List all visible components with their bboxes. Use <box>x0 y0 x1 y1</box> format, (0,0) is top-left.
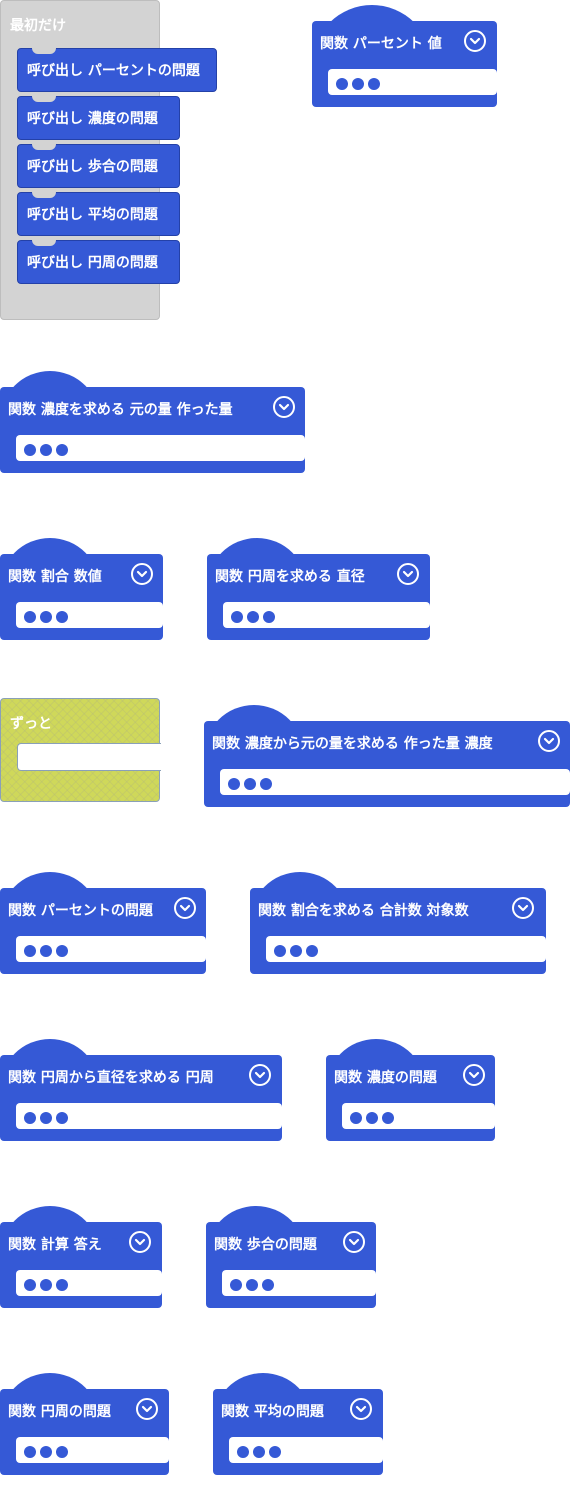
ellipsis-dots-icon[interactable] <box>24 1279 68 1291</box>
call-block-label: 呼び出し 歩合の問題 <box>27 159 158 175</box>
ellipsis-dots-icon[interactable] <box>24 1112 68 1124</box>
call-block-concentration[interactable]: 呼び出し 濃度の問題 <box>17 96 180 140</box>
function-block[interactable]: 関数 濃度から元の量を求める 作った量 濃度 <box>204 705 570 807</box>
call-block-circumference[interactable]: 呼び出し 円周の問題 <box>17 240 180 284</box>
function-label: 関数 歩合の問題 <box>214 1237 317 1253</box>
ellipsis-dots-icon[interactable] <box>24 611 68 623</box>
function-label: 関数 平均の問題 <box>221 1404 324 1420</box>
chevron-down-icon[interactable] <box>136 1398 158 1420</box>
function-block[interactable]: 関数 歩合の問題 <box>206 1206 376 1308</box>
on-start-block[interactable]: 最初だけ 呼び出し パーセントの問題 呼び出し 濃度の問題 呼び出し 歩合の問題… <box>0 0 217 320</box>
function-block[interactable]: 関数 計算 答え <box>0 1206 162 1308</box>
function-label: 関数 パーセントの問題 <box>8 903 153 919</box>
ellipsis-dots-icon[interactable] <box>228 778 272 790</box>
function-label: 関数 円周の問題 <box>8 1404 111 1420</box>
function-label: 関数 濃度から元の量を求める 作った量 濃度 <box>212 736 493 752</box>
block-notch <box>32 96 56 102</box>
function-label: 関数 割合を求める 合計数 対象数 <box>258 903 469 919</box>
function-block[interactable]: 関数 円周から直径を求める 円周 <box>0 1039 282 1141</box>
chevron-down-icon[interactable] <box>343 1231 365 1253</box>
block-notch <box>32 48 56 54</box>
function-block[interactable]: 関数 円周を求める 直径 <box>207 538 430 640</box>
ellipsis-dots-icon[interactable] <box>230 1279 274 1291</box>
ellipsis-dots-icon[interactable] <box>274 945 318 957</box>
ellipsis-dots-icon[interactable] <box>336 78 380 90</box>
ellipsis-dots-icon[interactable] <box>237 1446 281 1458</box>
function-label: 関数 円周を求める 直径 <box>215 569 365 585</box>
forever-block[interactable]: ずっと <box>0 698 161 802</box>
ellipsis-dots-icon[interactable] <box>24 444 68 456</box>
ellipsis-dots-icon[interactable] <box>24 945 68 957</box>
block-notch <box>32 192 56 198</box>
forever-title: ずっと <box>10 716 52 732</box>
chevron-down-icon[interactable] <box>397 563 419 585</box>
function-param-slot <box>220 769 570 795</box>
forever-slot <box>17 743 161 771</box>
chevron-down-icon[interactable] <box>463 1064 485 1086</box>
function-block[interactable]: 関数 パーセントの問題 <box>0 872 206 974</box>
chevron-down-icon[interactable] <box>273 396 295 418</box>
chevron-down-icon[interactable] <box>129 1231 151 1253</box>
function-block[interactable]: 関数 割合 数値 <box>0 538 163 640</box>
call-block-label: 呼び出し 平均の問題 <box>27 207 158 223</box>
function-label: 関数 割合 数値 <box>8 569 102 585</box>
on-start-title: 最初だけ <box>10 18 66 34</box>
function-block[interactable]: 関数 濃度の問題 <box>326 1039 495 1141</box>
chevron-down-icon[interactable] <box>131 563 153 585</box>
call-block-average[interactable]: 呼び出し 平均の問題 <box>17 192 180 236</box>
call-block-label: 呼び出し 濃度の問題 <box>27 111 158 127</box>
chevron-down-icon[interactable] <box>464 30 486 52</box>
chevron-down-icon[interactable] <box>538 730 560 752</box>
function-block[interactable]: 関数 濃度を求める 元の量 作った量 <box>0 371 305 473</box>
call-block-ratio[interactable]: 呼び出し 歩合の問題 <box>17 144 180 188</box>
chevron-down-icon[interactable] <box>174 897 196 919</box>
function-block[interactable]: 関数 パーセント 値 <box>312 5 497 107</box>
function-block[interactable]: 関数 平均の問題 <box>213 1373 383 1475</box>
chevron-down-icon[interactable] <box>249 1064 271 1086</box>
block-notch <box>32 240 56 246</box>
function-block[interactable]: 関数 円周の問題 <box>0 1373 169 1475</box>
ellipsis-dots-icon[interactable] <box>231 611 275 623</box>
chevron-down-icon[interactable] <box>350 1398 372 1420</box>
function-label: 関数 濃度の問題 <box>334 1070 437 1086</box>
call-block-label: 呼び出し 円周の問題 <box>27 255 158 271</box>
block-notch <box>32 144 56 150</box>
function-label: 関数 濃度を求める 元の量 作った量 <box>8 402 233 418</box>
call-block-label: 呼び出し パーセントの問題 <box>27 63 200 79</box>
ellipsis-dots-icon[interactable] <box>350 1112 394 1124</box>
function-label: 関数 計算 答え <box>8 1237 102 1253</box>
function-label: 関数 パーセント 値 <box>320 36 442 52</box>
ellipsis-dots-icon[interactable] <box>24 1446 68 1458</box>
chevron-down-icon[interactable] <box>512 897 534 919</box>
call-block-percent[interactable]: 呼び出し パーセントの問題 <box>17 48 217 92</box>
function-block[interactable]: 関数 割合を求める 合計数 対象数 <box>250 872 546 974</box>
function-label: 関数 円周から直径を求める 円周 <box>8 1070 214 1086</box>
